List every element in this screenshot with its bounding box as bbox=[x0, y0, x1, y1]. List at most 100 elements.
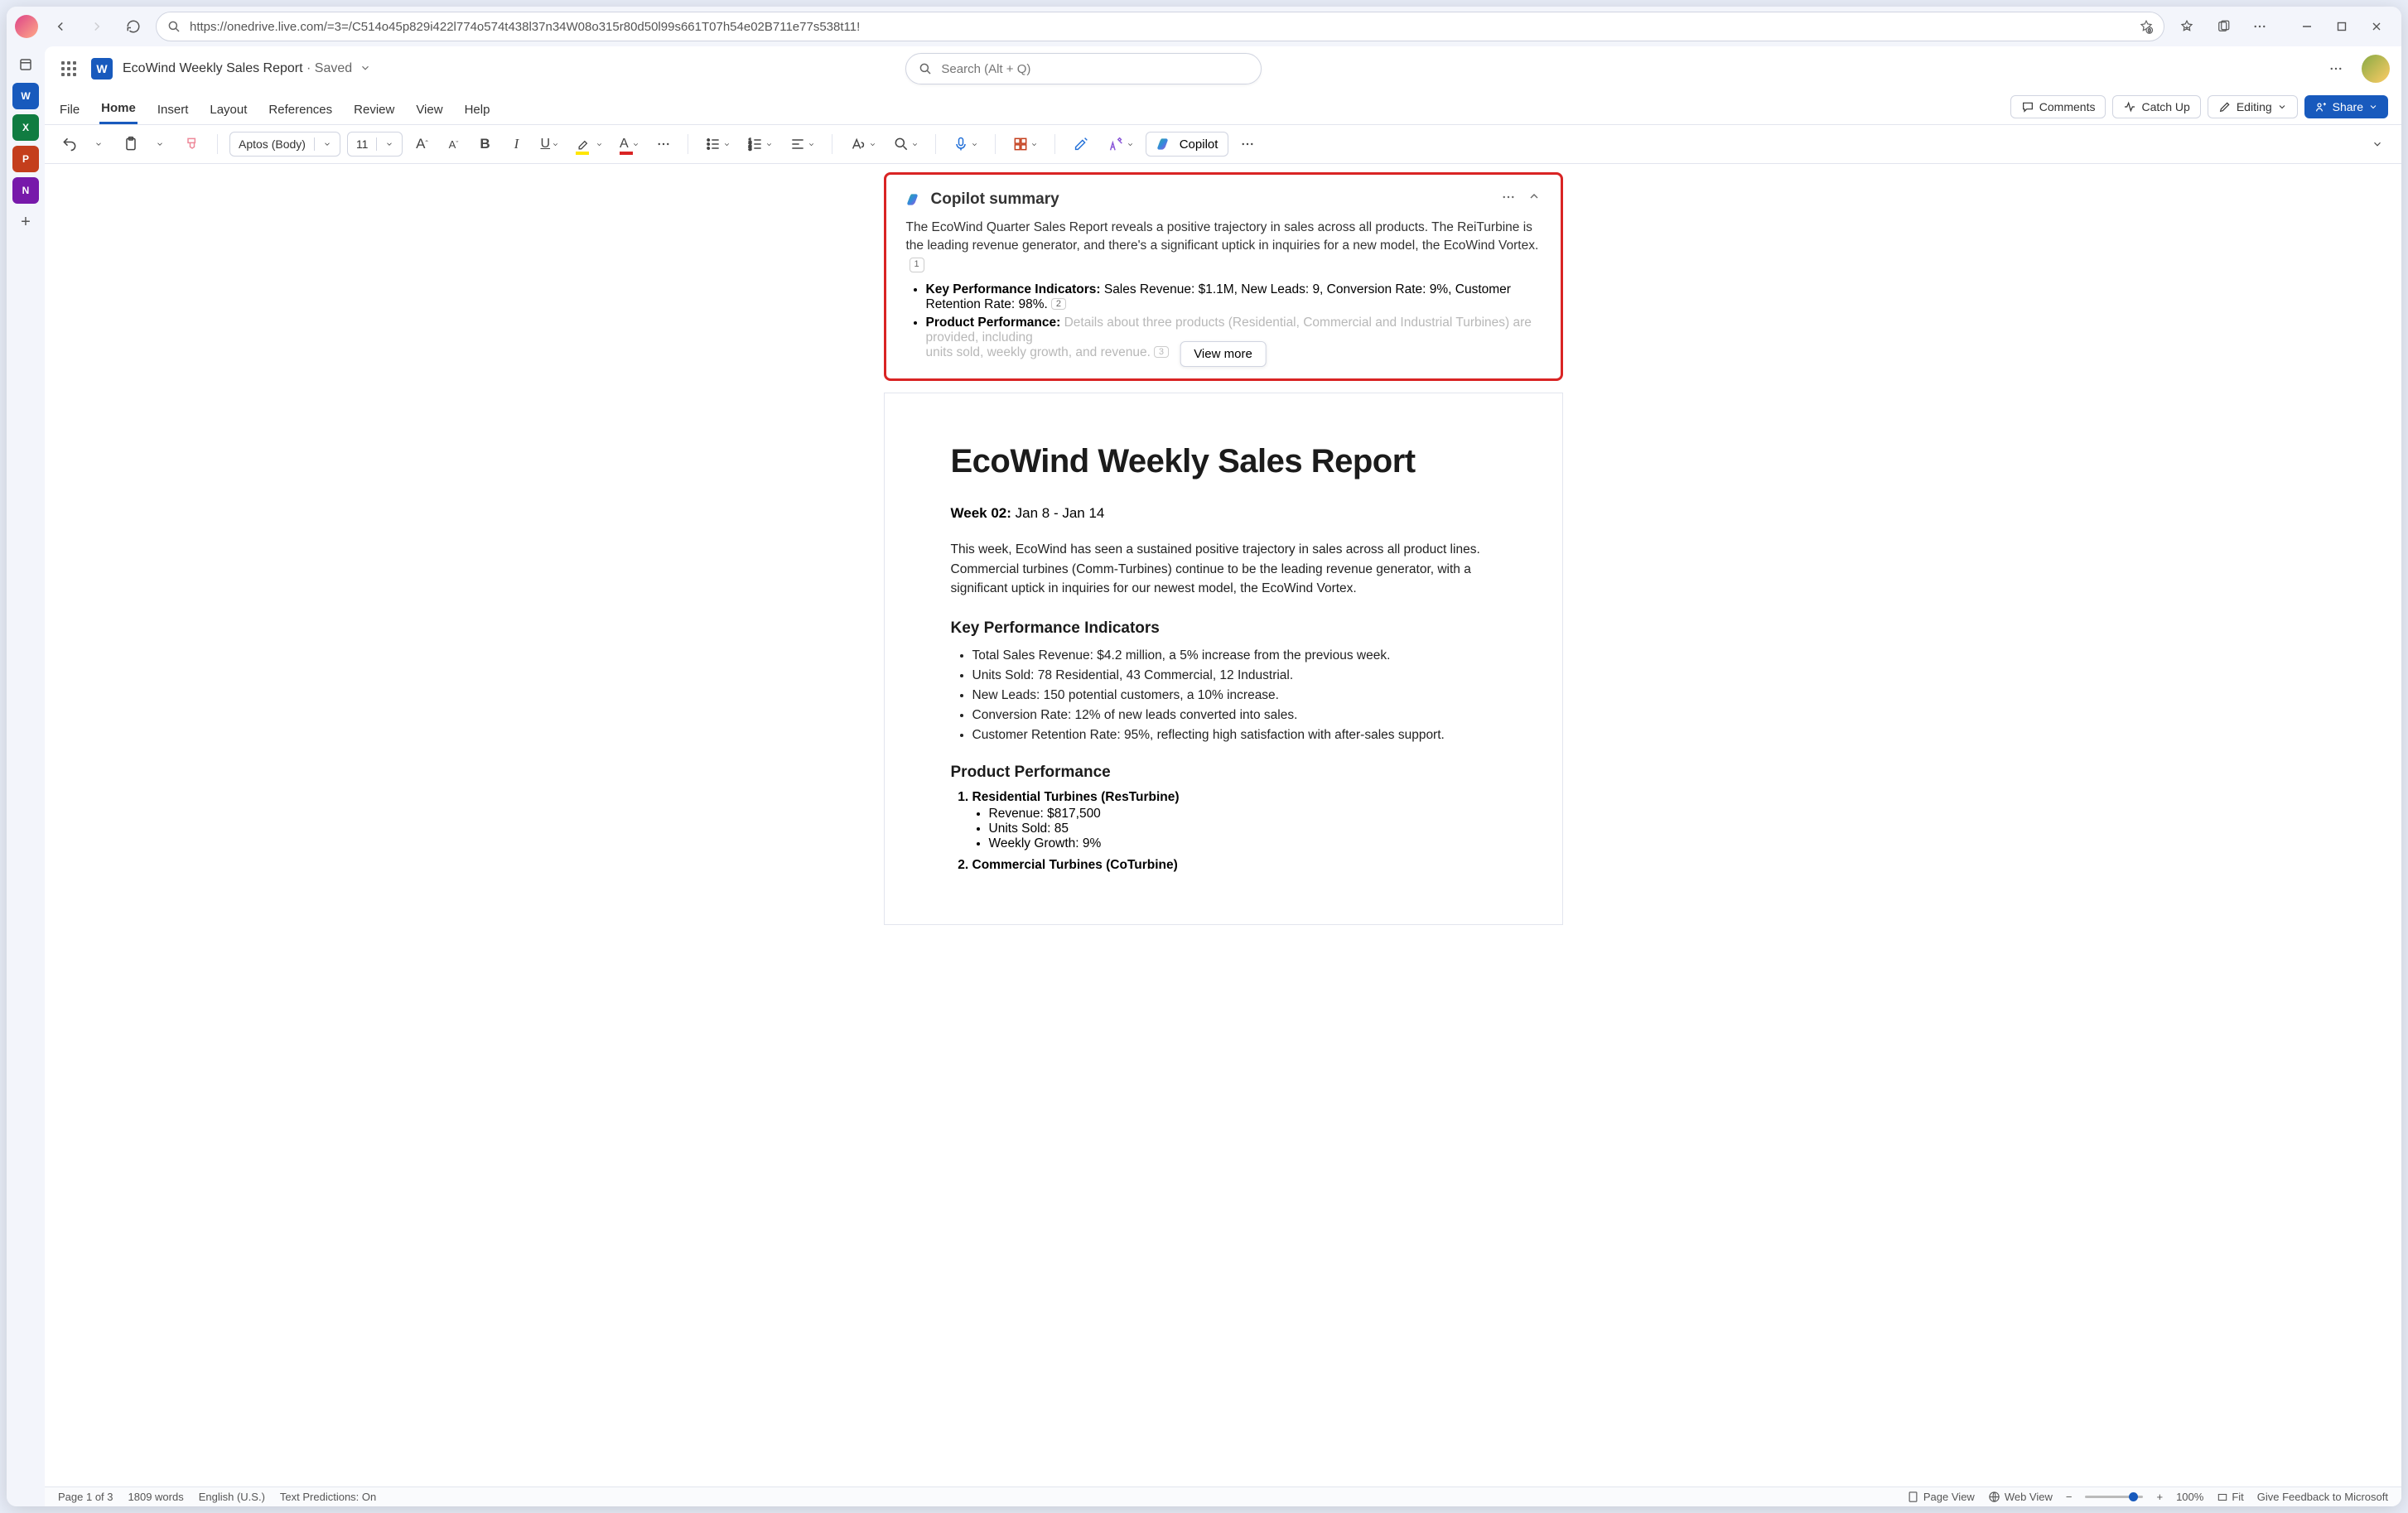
rail-powerpoint-icon[interactable]: P bbox=[12, 146, 39, 172]
tab-review[interactable]: Review bbox=[352, 96, 396, 123]
user-avatar[interactable] bbox=[2362, 55, 2390, 83]
paste-button[interactable] bbox=[118, 132, 144, 157]
address-bar[interactable]: 0 bbox=[156, 12, 2164, 41]
feedback-link[interactable]: Give Feedback to Microsoft bbox=[2257, 1491, 2388, 1503]
tab-help[interactable]: Help bbox=[463, 96, 492, 123]
back-button[interactable] bbox=[46, 12, 75, 41]
fit-button[interactable]: Fit bbox=[2217, 1491, 2243, 1503]
summary-collapse-button[interactable] bbox=[1527, 190, 1541, 209]
font-color-button[interactable]: A bbox=[615, 132, 644, 157]
app-search-box[interactable] bbox=[905, 53, 1262, 84]
rail-word-icon[interactable]: W bbox=[12, 83, 39, 109]
copilot-button[interactable]: Copilot bbox=[1146, 132, 1229, 157]
view-more-button[interactable]: View more bbox=[1180, 341, 1267, 367]
highlight-button[interactable] bbox=[571, 132, 608, 157]
app-more-icon[interactable] bbox=[2322, 55, 2350, 83]
app-side-rail: W X P N + bbox=[7, 46, 45, 1506]
status-page[interactable]: Page 1 of 3 bbox=[58, 1491, 113, 1503]
rewrite-button[interactable] bbox=[1102, 132, 1139, 157]
page-view-button[interactable]: Page View bbox=[1907, 1491, 1975, 1503]
chevron-down-icon bbox=[2277, 102, 2287, 112]
zoom-out-button[interactable]: − bbox=[2066, 1491, 2073, 1503]
tab-view[interactable]: View bbox=[414, 96, 444, 123]
doc-product-list: Residential Turbines (ResTurbine) Revenu… bbox=[951, 790, 1496, 873]
rail-onenote-icon[interactable]: N bbox=[12, 177, 39, 204]
comments-button[interactable]: Comments bbox=[2010, 95, 2106, 118]
bullet-list-button[interactable] bbox=[700, 132, 736, 157]
format-painter-button[interactable] bbox=[179, 132, 205, 157]
search-input[interactable] bbox=[941, 62, 1249, 76]
summary-more-button[interactable] bbox=[1501, 190, 1516, 209]
list-item: Customer Retention Rate: 95%, reflecting… bbox=[972, 725, 1496, 745]
rail-add-button[interactable]: + bbox=[12, 209, 39, 235]
paste-dropdown[interactable] bbox=[147, 132, 172, 157]
reference-badge[interactable]: 2 bbox=[1051, 298, 1066, 310]
underline-button[interactable]: U bbox=[535, 132, 564, 157]
status-words[interactable]: 1809 words bbox=[128, 1491, 184, 1503]
undo-dropdown[interactable] bbox=[86, 132, 111, 157]
profile-avatar[interactable] bbox=[15, 15, 38, 38]
tab-layout[interactable]: Layout bbox=[208, 96, 249, 123]
status-predictions[interactable]: Text Predictions: On bbox=[280, 1491, 376, 1503]
list-item: New Leads: 150 potential customers, a 10… bbox=[972, 686, 1496, 706]
window-minimize[interactable] bbox=[2290, 12, 2324, 41]
pencil-icon bbox=[2218, 100, 2232, 113]
status-language[interactable]: English (U.S.) bbox=[199, 1491, 265, 1503]
copilot-icon bbox=[1156, 136, 1173, 152]
zoom-percent[interactable]: 100% bbox=[2176, 1491, 2203, 1503]
italic-button[interactable]: I bbox=[504, 132, 528, 157]
editor-button[interactable] bbox=[1067, 132, 1095, 157]
zoom-slider[interactable] bbox=[2085, 1496, 2143, 1498]
summary-bullet: Key Performance Indicators: Sales Revenu… bbox=[926, 282, 1541, 312]
favorites-icon[interactable] bbox=[2173, 12, 2201, 41]
find-button[interactable] bbox=[888, 132, 924, 157]
page-info-icon[interactable]: 0 bbox=[2139, 19, 2154, 34]
doc-week-line: Week 02: Jan 8 - Jan 14 bbox=[951, 505, 1496, 522]
align-button[interactable] bbox=[784, 132, 820, 157]
share-icon bbox=[2314, 100, 2328, 113]
catchup-button[interactable]: Catch Up bbox=[2112, 95, 2200, 118]
rail-excel-icon[interactable]: X bbox=[12, 114, 39, 141]
forward-button[interactable] bbox=[83, 12, 111, 41]
share-button[interactable]: Share bbox=[2304, 95, 2388, 118]
list-item: Weekly Growth: 9% bbox=[989, 836, 1496, 851]
web-view-button[interactable]: Web View bbox=[1988, 1491, 2053, 1503]
tab-references[interactable]: References bbox=[267, 96, 334, 123]
increase-font-button[interactable]: Aˆ bbox=[409, 132, 434, 157]
refresh-button[interactable] bbox=[119, 12, 147, 41]
font-size-select[interactable]: 11 bbox=[347, 132, 403, 157]
reference-badge[interactable]: 3 bbox=[1154, 346, 1169, 358]
tab-insert[interactable]: Insert bbox=[156, 96, 191, 123]
list-item: Residential Turbines (ResTurbine) Revenu… bbox=[972, 790, 1496, 851]
list-item: Units Sold: 78 Residential, 43 Commercia… bbox=[972, 666, 1496, 686]
app-launcher-icon[interactable] bbox=[56, 56, 81, 81]
browser-more-icon[interactable] bbox=[2246, 12, 2274, 41]
reference-badge[interactable]: 1 bbox=[910, 258, 924, 272]
ribbon-expand-button[interactable] bbox=[2365, 132, 2390, 157]
collections-icon[interactable] bbox=[2209, 12, 2237, 41]
numbered-list-button[interactable]: 123 bbox=[742, 132, 778, 157]
more-font-options[interactable] bbox=[651, 132, 676, 157]
toolbar-more-button[interactable] bbox=[1235, 132, 1260, 157]
dictate-button[interactable] bbox=[948, 132, 983, 157]
list-item: Revenue: $817,500 bbox=[989, 807, 1496, 822]
tab-file[interactable]: File bbox=[58, 96, 81, 123]
doc-product-heading: Product Performance bbox=[951, 764, 1496, 782]
window-close[interactable] bbox=[2360, 12, 2393, 41]
document-page[interactable]: EcoWind Weekly Sales Report Week 02: Jan… bbox=[884, 393, 1563, 925]
designer-button[interactable] bbox=[1007, 132, 1043, 157]
decrease-font-button[interactable]: Aˇ bbox=[441, 132, 466, 157]
document-title[interactable]: EcoWind Weekly Sales Report · Saved bbox=[123, 61, 371, 76]
window-maximize[interactable] bbox=[2325, 12, 2358, 41]
chevron-down-icon bbox=[2368, 102, 2378, 112]
undo-button[interactable] bbox=[56, 132, 83, 157]
zoom-in-button[interactable]: + bbox=[2156, 1491, 2163, 1503]
tab-home[interactable]: Home bbox=[99, 94, 138, 124]
styles-button[interactable] bbox=[844, 132, 881, 157]
doc-kpi-list: Total Sales Revenue: $4.2 million, a 5% … bbox=[951, 646, 1496, 745]
rail-tab-icon[interactable] bbox=[12, 51, 39, 78]
font-family-select[interactable]: Aptos (Body) bbox=[229, 132, 340, 157]
url-input[interactable] bbox=[190, 20, 2131, 34]
editing-mode-button[interactable]: Editing bbox=[2208, 95, 2298, 118]
bold-button[interactable]: B bbox=[472, 132, 497, 157]
